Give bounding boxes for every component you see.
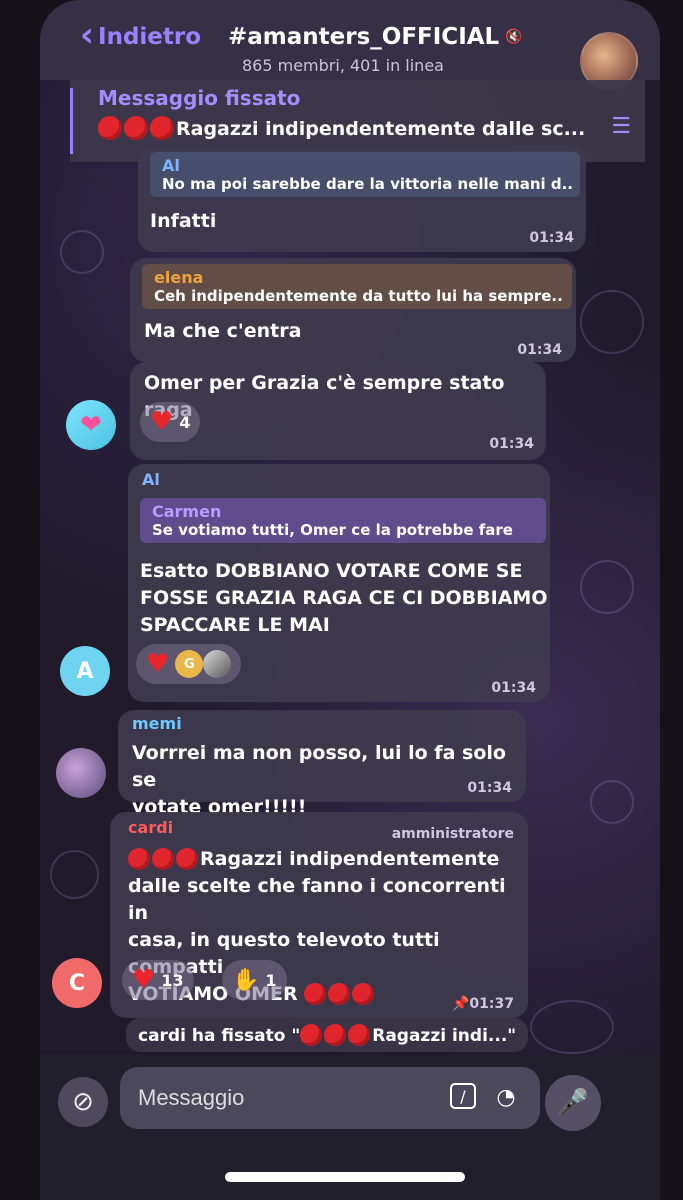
service-text-prefix: cardi ha fissato "	[138, 1026, 301, 1046]
pin-list-icon[interactable]: ☰	[611, 114, 631, 139]
red-circle-emoji	[300, 1024, 323, 1046]
message-time: 01:34	[467, 780, 512, 796]
red-circle-emoji	[328, 983, 351, 1005]
sender-avatar[interactable]: ❤	[66, 400, 116, 450]
mute-icon: 🔇	[505, 29, 523, 45]
back-button[interactable]: ‹ Indietro	[80, 18, 202, 52]
sender-avatar[interactable]: A	[60, 646, 110, 696]
message-time-text: 01:37	[469, 996, 514, 1012]
command-icon[interactable]: /	[450, 1083, 476, 1109]
microphone-icon[interactable]: 🎤	[545, 1075, 601, 1131]
message-time: 01:34	[517, 342, 562, 358]
reply-quote[interactable]: elena Ceh indipendentemente da tutto lui…	[142, 264, 572, 309]
red-circle-emoji	[152, 848, 174, 870]
message-text: Esatto DOBBIANO VOTARE COME SE FOSSE GRA…	[140, 558, 547, 639]
reaction-heart[interactable]: ♥ 4	[140, 402, 201, 442]
chat-title[interactable]: #amanters_OFFICIAL 🔇	[228, 24, 523, 50]
heart-icon: ♥	[146, 649, 170, 679]
message-bubble[interactable]: cardi amministratore Ragazzi indipendent…	[110, 812, 528, 1018]
service-message[interactable]: cardi ha fissato " Ragazzi indi..."	[126, 1018, 529, 1052]
attach-icon[interactable]: ⊘	[58, 1077, 108, 1127]
chat-title-text: #amanters_OFFICIAL	[228, 24, 500, 50]
message-line: Esatto DOBBIANO VOTARE COME SE	[140, 560, 523, 582]
message-field[interactable]: / ◔	[120, 1067, 540, 1129]
message-bubble[interactable]: elena Ceh indipendentemente da tutto lui…	[130, 258, 576, 362]
reactor-avatar: G	[175, 650, 204, 678]
reply-text: No ma poi sarebbe dare la vittoria nelle…	[162, 175, 572, 193]
heart-icon: ♥	[132, 965, 156, 995]
message-bubble[interactable]: memi Vorrrei ma non posso, lui lo fa sol…	[118, 710, 526, 818]
red-circle-emoji	[348, 1024, 371, 1046]
message-bubble[interactable]: Al Carmen Se votiamo tutti, Omer ce la p…	[128, 464, 550, 702]
reply-quote[interactable]: Carmen Se votiamo tutti, Omer ce la potr…	[140, 498, 546, 543]
doodle-ball-icon	[50, 850, 99, 899]
doodle-heart-icon	[580, 290, 644, 354]
sender-avatar[interactable]: C	[52, 958, 102, 1008]
reply-sender: Al	[162, 156, 180, 175]
message-text: Infatti	[150, 210, 217, 232]
red-circle-emoji	[304, 983, 327, 1005]
message-line: SPACCARE LE MAI	[140, 614, 330, 636]
message-bubble[interactable]: Omer per Grazia c'è sempre stato raga ♥ …	[130, 362, 546, 460]
message-line-text: Ragazzi indipendentemente	[200, 848, 500, 870]
reaction-count: 13	[161, 970, 184, 990]
reply-sender: Carmen	[152, 502, 222, 521]
doodle-roses-icon	[530, 1000, 614, 1054]
message-line: FOSSE GRAZIA RAGA CE CI DOBBIAMO	[140, 587, 548, 609]
pinned-accent-bar	[70, 88, 73, 154]
back-label: Indietro	[98, 24, 202, 50]
red-circle-emoji	[176, 848, 198, 870]
doodle-bubble-icon	[580, 560, 634, 614]
message-line: dalle scelte che fanno i concorrenti in	[128, 875, 506, 924]
hearts-icon: ❤	[80, 410, 102, 440]
timer-icon[interactable]: ◔	[492, 1083, 520, 1111]
red-circle-emoji	[324, 1024, 347, 1046]
message-line: Ragazzi indipendentemente	[128, 846, 528, 873]
message-text: Omer per Grazia c'è sempre stato raga	[144, 372, 505, 421]
pin-icon: 📌	[451, 996, 470, 1012]
back-chevron-icon: ‹	[80, 15, 95, 55]
reply-text: Ceh indipendentemente da tutto lui ha se…	[154, 287, 564, 305]
message-bubble[interactable]: Al No ma poi sarebbe dare la vittoria ne…	[138, 146, 586, 252]
doodle-star-icon	[590, 780, 634, 824]
reaction-heart[interactable]: ♥ 13	[122, 960, 194, 1000]
phone-screen: ‹ Indietro #amanters_OFFICIAL 🔇 865 memb…	[40, 0, 660, 1200]
clap-icon: ✋	[232, 967, 260, 993]
chat-subtitle: 865 membri, 401 in linea	[242, 56, 444, 75]
message-time: 01:34	[529, 230, 574, 246]
message-input-bar: ⊘ / ◔ 🎤	[40, 1055, 660, 1200]
red-circle-emoji	[124, 116, 148, 140]
message-input[interactable]	[136, 1079, 420, 1117]
reply-quote[interactable]: Al No ma poi sarebbe dare la vittoria ne…	[150, 152, 580, 197]
message-time: 📌01:37	[452, 996, 514, 1012]
doodle-flower-icon	[60, 230, 104, 274]
service-text-suffix: Ragazzi indi..."	[372, 1026, 517, 1046]
red-circle-emoji	[128, 848, 150, 870]
chat-header: ‹ Indietro #amanters_OFFICIAL 🔇 865 memb…	[40, 0, 660, 90]
red-circle-emoji	[352, 983, 375, 1005]
message-sender[interactable]: memi	[132, 714, 182, 733]
message-sender[interactable]: Al	[142, 470, 160, 489]
reactor-avatar	[203, 650, 232, 678]
heart-icon: ♥	[150, 407, 174, 437]
reaction-count: 4	[179, 412, 191, 432]
admin-badge: amministratore	[391, 826, 514, 842]
pinned-text: Ragazzi indipendentemente dalle sc...	[98, 116, 585, 140]
reaction-heart[interactable]: ♥ G	[136, 644, 242, 684]
home-indicator	[225, 1172, 465, 1182]
sender-avatar[interactable]	[56, 748, 106, 798]
reaction-clap[interactable]: ✋ 1	[222, 960, 287, 1000]
pinned-label: Messaggio fissato	[98, 86, 301, 110]
pinned-text-content: Ragazzi indipendentemente dalle sc...	[176, 118, 586, 140]
reaction-count: 1	[265, 970, 277, 990]
red-circle-emoji	[150, 116, 174, 140]
message-text: Ma che c'entra	[144, 320, 302, 342]
red-circle-emoji	[98, 116, 122, 140]
reply-sender: elena	[154, 268, 204, 287]
message-sender[interactable]: cardi	[128, 818, 173, 837]
message-time: 01:34	[491, 680, 536, 696]
reply-text: Se votiamo tutti, Omer ce la potrebbe fa…	[152, 521, 513, 539]
message-time: 01:34	[489, 436, 534, 452]
